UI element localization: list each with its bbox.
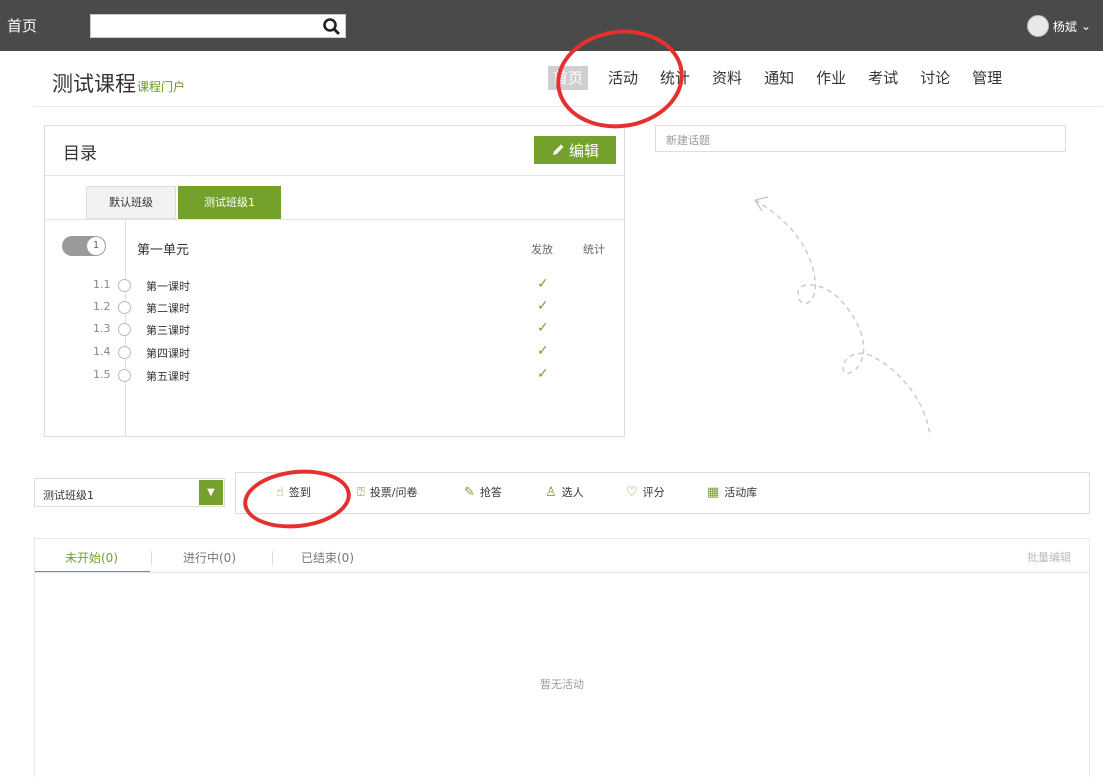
class-select-value: 测试班级1: [43, 489, 94, 502]
tool-label: 抢答: [479, 486, 502, 499]
person-icon: ♙: [545, 484, 557, 500]
course-portal-link[interactable]: 课程门户: [137, 80, 185, 94]
nav-homework[interactable]: 作业: [814, 66, 848, 90]
lesson-name[interactable]: 第三课时: [146, 322, 190, 338]
lesson-radio[interactable]: [118, 346, 131, 359]
catalog-title: 目录: [63, 144, 97, 164]
column-release: 发放: [531, 243, 553, 256]
unit-number: 1: [87, 237, 105, 255]
tab-test-class-1[interactable]: 测试班级1: [178, 186, 281, 219]
grid-icon: ▦: [707, 484, 720, 500]
tool-score[interactable]: ♡ 评分: [626, 484, 665, 500]
lesson-radio[interactable]: [118, 301, 131, 314]
top-bar: 首页 杨斌 ⌄: [0, 0, 1103, 51]
lesson-row[interactable]: 1.2 第二课时 ✓: [45, 297, 624, 319]
question-box-icon: ⍰: [357, 484, 365, 500]
tool-vote-survey[interactable]: ⍰ 投票/问卷: [357, 484, 418, 500]
tool-label: 投票/问卷: [369, 486, 418, 499]
avatar[interactable]: [1026, 15, 1049, 37]
lesson-row[interactable]: 1.5 第五课时 ✓: [45, 365, 624, 387]
lesson-radio[interactable]: [118, 279, 131, 292]
nav-exam[interactable]: 考试: [866, 66, 900, 90]
course-name: 测试课程: [52, 72, 136, 96]
lesson-radio[interactable]: [118, 369, 131, 382]
nav-manage[interactable]: 管理: [970, 66, 1004, 90]
dashed-path-illustration: [754, 196, 931, 436]
tool-pick-person[interactable]: ♙ 选人: [545, 484, 584, 500]
lesson-number: 1.4: [93, 345, 111, 358]
home-link[interactable]: 首页: [7, 15, 37, 36]
check-icon: ✓: [537, 276, 549, 292]
tool-activity-library[interactable]: ▦ 活动库: [707, 484, 757, 500]
nav-resources[interactable]: 资料: [710, 66, 744, 90]
tool-label: 活动库: [724, 486, 758, 499]
check-icon: ✓: [537, 298, 549, 314]
lesson-number: 1.3: [93, 322, 111, 335]
nav-discussion[interactable]: 讨论: [918, 66, 952, 90]
user-menu[interactable]: 杨斌 ⌄: [1026, 15, 1091, 37]
check-icon: ✓: [537, 366, 549, 382]
lesson-radio[interactable]: [118, 323, 131, 336]
tabs-divider: [45, 219, 624, 220]
catalog-panel: 目录 编辑 默认班级 测试班级1 1 第一单元 发放 统计 1.1 第一课时 ✓…: [44, 125, 625, 437]
empty-state-text: 暂无活动: [540, 678, 584, 691]
chevron-down-icon[interactable]: ⌄: [1081, 19, 1091, 33]
check-icon: ✓: [537, 343, 549, 359]
tab-default-class[interactable]: 默认班级: [86, 186, 176, 219]
new-topic-input[interactable]: 新建话题: [655, 125, 1066, 152]
lesson-name[interactable]: 第一课时: [146, 278, 190, 294]
edit-button[interactable]: 编辑: [534, 136, 616, 164]
badge-icon: ♡: [626, 484, 638, 500]
unit-toggle[interactable]: 1: [62, 236, 106, 256]
lesson-name[interactable]: 第四课时: [146, 345, 190, 361]
tab-divider: [151, 551, 152, 565]
lesson-name[interactable]: 第二课时: [146, 300, 190, 316]
class-select[interactable]: 测试班级1 ▼: [34, 478, 225, 507]
check-icon: ✓: [537, 320, 549, 336]
search-box[interactable]: [90, 14, 346, 38]
lesson-row[interactable]: 1.3 第三课时 ✓: [45, 319, 624, 341]
tool-quick-answer[interactable]: ✎ 抢答: [464, 484, 502, 500]
pencil-icon: [552, 144, 564, 155]
tab-in-progress[interactable]: 进行中(0): [183, 549, 236, 566]
lesson-name[interactable]: 第五课时: [146, 368, 190, 384]
activity-toolbar: ☝ 签到 ⍰ 投票/问卷 ✎ 抢答 ♙ 选人 ♡ 评分 ▦ 活动库: [235, 472, 1090, 514]
tab-not-started[interactable]: 未开始(0): [65, 549, 118, 566]
column-statistics: 统计: [583, 243, 605, 256]
search-icon[interactable]: [321, 16, 343, 36]
lesson-row[interactable]: 1.1 第一课时 ✓: [45, 275, 624, 297]
lesson-number: 1.1: [93, 278, 111, 291]
activity-list: 未开始(0) 进行中(0) 已结束(0) 批量编辑 暂无活动: [34, 538, 1090, 777]
tabs-baseline: [35, 572, 1089, 573]
nav-notice[interactable]: 通知: [762, 66, 796, 90]
lesson-row[interactable]: 1.4 第四课时 ✓: [45, 342, 624, 364]
lesson-number: 1.5: [93, 368, 111, 381]
course-title: 测试课程课程门户: [52, 68, 185, 98]
dropdown-arrow-icon[interactable]: ▼: [199, 480, 223, 505]
user-name[interactable]: 杨斌: [1053, 18, 1077, 35]
tool-label: 评分: [642, 486, 665, 499]
tab-divider: [272, 551, 273, 565]
tool-label: 选人: [561, 486, 584, 499]
edit-label: 编辑: [568, 141, 599, 160]
tab-finished[interactable]: 已结束(0): [301, 549, 354, 566]
batch-edit-link[interactable]: 批量编辑: [1027, 549, 1071, 565]
lesson-number: 1.2: [93, 300, 111, 313]
catalog-divider: [45, 175, 624, 176]
unit-name[interactable]: 第一单元: [137, 239, 189, 258]
microphone-icon: ✎: [464, 484, 475, 500]
